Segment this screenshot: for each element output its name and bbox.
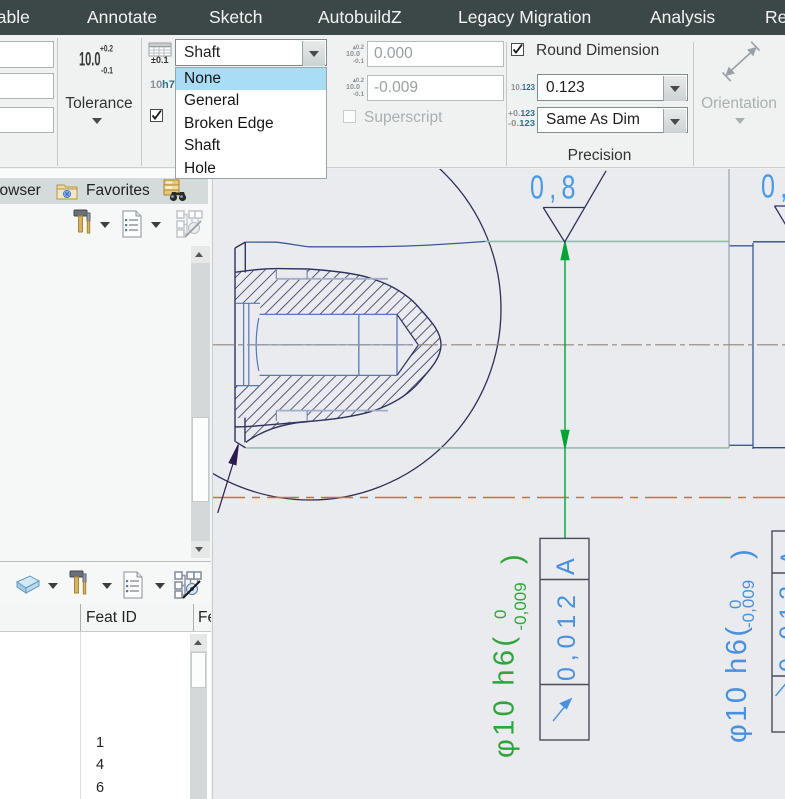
svg-text:A: A xyxy=(552,558,580,575)
svg-text:10.0: 10.0 xyxy=(346,82,360,91)
svg-text:-0,009: -0,009 xyxy=(739,580,758,628)
svg-text:0,012: 0,012 xyxy=(553,595,581,681)
svg-text:): ) xyxy=(727,549,759,559)
svg-text:10.0: 10.0 xyxy=(346,49,360,58)
svg-text:φ10 h6(: φ10 h6( xyxy=(489,637,521,758)
svg-text:-0.1: -0.1 xyxy=(353,58,364,65)
svg-text:±0.1: ±0.1 xyxy=(151,55,168,64)
svg-text:-0.1: -0.1 xyxy=(353,91,364,98)
svg-text:+0.2: +0.2 xyxy=(100,44,113,55)
svg-text:-0.123: -0. 123 xyxy=(508,119,536,128)
svg-text:0: 0 xyxy=(491,610,510,619)
svg-text:φ10 h6(: φ10 h6( xyxy=(721,627,753,743)
svg-text:0,8: 0,8 xyxy=(530,169,581,206)
svg-text:+0.123: +0.123 xyxy=(508,109,536,118)
svg-text:0,8: 0,8 xyxy=(761,169,785,205)
svg-text:-0.1: -0.1 xyxy=(101,66,114,77)
svg-text:10.0: 10.0 xyxy=(79,50,101,71)
svg-text:A: A xyxy=(776,549,785,566)
svg-text:-0,009: -0,009 xyxy=(511,582,530,630)
svg-text:0,012: 0,012 xyxy=(775,586,785,672)
svg-text:10.123: 10.123 xyxy=(511,83,536,92)
svg-text:): ) xyxy=(497,554,529,564)
